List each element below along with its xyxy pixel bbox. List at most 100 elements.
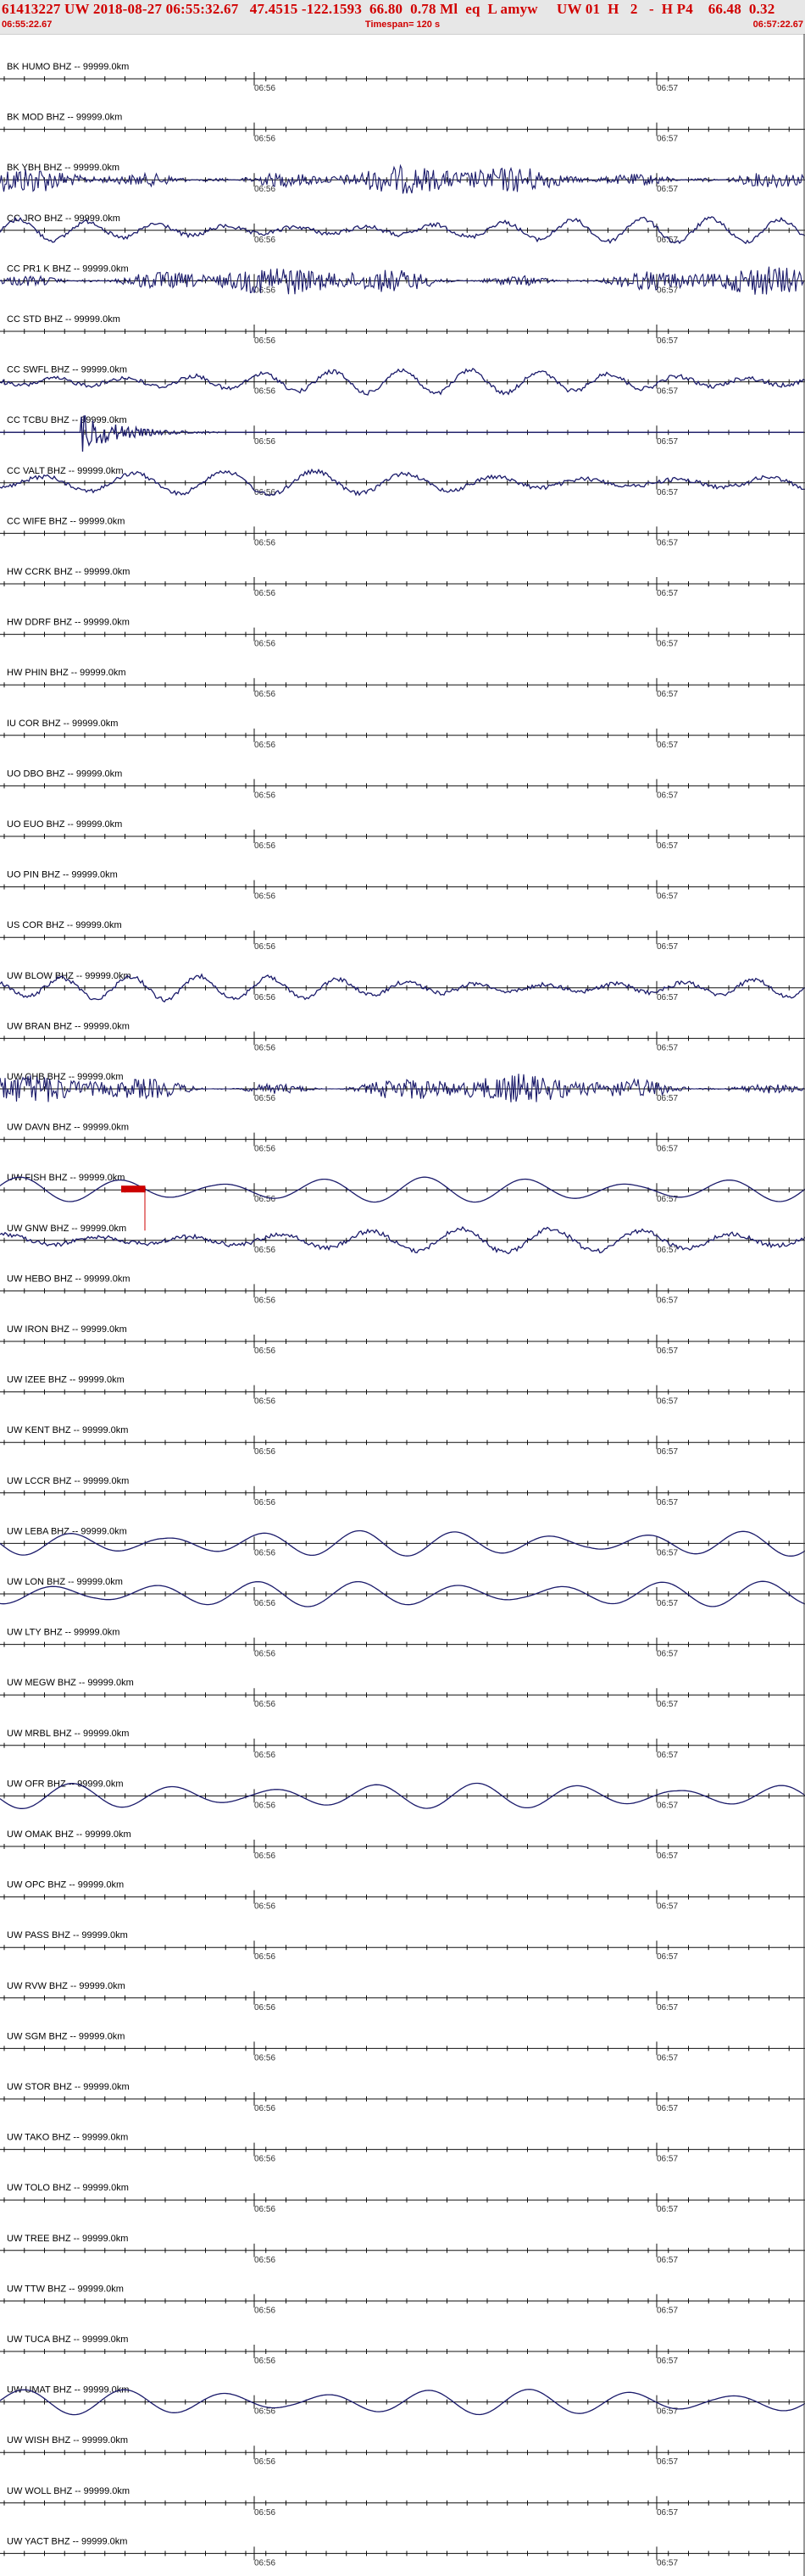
time-tick-label: 06:57 [657, 336, 678, 346]
trace-label: UW CHB BHZ -- 99999.0km [7, 1072, 124, 1082]
time-tick-label: 06:57 [657, 993, 678, 1002]
trace-label: UW HEBO BHZ -- 99999.0km [7, 1274, 130, 1284]
time-tick-label: 06:57 [657, 387, 678, 397]
time-tick-label: 06:56 [254, 2053, 275, 2062]
time-tick-label: 06:56 [254, 993, 275, 1002]
trace-label: UW OPC BHZ -- 99999.0km [7, 1880, 124, 1890]
time-tick-label: 06:56 [254, 1246, 275, 1255]
time-tick-label: 06:56 [254, 1548, 275, 1557]
time-tick-label: 06:57 [657, 286, 678, 295]
trace-label: UO EUO BHZ -- 99999.0km [7, 819, 122, 830]
time-tick-label: 06:56 [254, 741, 275, 750]
trace-label: HW CCRK BHZ -- 99999.0km [7, 567, 130, 577]
time-tick-label: 06:56 [254, 640, 275, 649]
time-tick-label: 06:56 [254, 2508, 275, 2518]
time-tick-label: 06:57 [657, 1145, 678, 1154]
trace-label: CC SWFL BHZ -- 99999.0km [7, 365, 127, 375]
time-tick-label: 06:56 [254, 1801, 275, 1810]
trace-label: UW MRBL BHZ -- 99999.0km [7, 1729, 129, 1739]
time-tick-label: 06:57 [657, 135, 678, 144]
time-tick-label: 06:56 [254, 1952, 275, 1962]
trace-label: UW PASS BHZ -- 99999.0km [7, 1930, 128, 1940]
time-tick-label: 06:56 [254, 387, 275, 397]
trace-label: UW DAVN BHZ -- 99999.0km [7, 1123, 129, 1133]
time-tick-label: 06:56 [254, 286, 275, 295]
trace-label: US COR BHZ -- 99999.0km [7, 920, 122, 930]
trace-label: UW LCCR BHZ -- 99999.0km [7, 1476, 129, 1486]
time-tick-label: 06:57 [657, 791, 678, 800]
time-tick-label: 06:57 [657, 1902, 678, 1912]
trace-label: UW TAKO BHZ -- 99999.0km [7, 2133, 128, 2143]
time-tick-label: 06:57 [657, 892, 678, 902]
trace-label: UW GNW BHZ -- 99999.0km [7, 1224, 126, 1234]
time-tick-label: 06:57 [657, 2357, 678, 2366]
event-summary: 61413227 UW 2018-08-27 06:55:32.67 47.45… [2, 1, 775, 17]
time-tick-label: 06:56 [254, 791, 275, 800]
time-tick-label: 06:56 [254, 336, 275, 346]
trace-label: UW BRAN BHZ -- 99999.0km [7, 1021, 130, 1031]
trace-label: UW OMAK BHZ -- 99999.0km [7, 1829, 131, 1840]
time-tick-label: 06:57 [657, 2053, 678, 2062]
time-tick-label: 06:56 [254, 1599, 275, 1608]
time-tick-label: 06:57 [657, 1397, 678, 1407]
record-header: 61413227 UW 2018-08-27 06:55:32.67 47.45… [0, 0, 805, 35]
time-tick-label: 06:56 [254, 1447, 275, 1457]
time-tick-label: 06:57 [657, 1751, 678, 1760]
trace-label: UW WISH BHZ -- 99999.0km [7, 2435, 128, 2446]
time-tick-label: 06:57 [657, 84, 678, 93]
time-tick-label: 06:56 [254, 942, 275, 952]
time-tick-label: 06:57 [657, 1246, 678, 1255]
time-tick-label: 06:57 [657, 2155, 678, 2164]
time-tick-label: 06:57 [657, 1498, 678, 1507]
trace-label: UW TUCA BHZ -- 99999.0km [7, 2334, 128, 2345]
time-tick-label: 06:56 [254, 84, 275, 93]
trace-label: UW SGM BHZ -- 99999.0km [7, 2031, 125, 2041]
time-tick-label: 06:57 [657, 841, 678, 851]
time-tick-label: 06:56 [254, 2256, 275, 2265]
time-tick-label: 06:56 [254, 1043, 275, 1052]
time-tick-label: 06:56 [254, 1852, 275, 1861]
trace-label: UW LON BHZ -- 99999.0km [7, 1577, 123, 1587]
time-tick-label: 06:56 [254, 690, 275, 699]
time-tick-label: 06:56 [254, 892, 275, 902]
time-tick-label: 06:56 [254, 2558, 275, 2568]
time-tick-label: 06:57 [657, 2104, 678, 2113]
time-tick-label: 06:56 [254, 437, 275, 447]
phase-pick-marker [121, 1185, 145, 1193]
time-tick-label: 06:57 [657, 1043, 678, 1052]
trace-label: UW LTY BHZ -- 99999.0km [7, 1628, 119, 1638]
time-tick-label: 06:57 [657, 1852, 678, 1861]
time-tick-label: 06:57 [657, 1650, 678, 1659]
time-tick-label: 06:57 [657, 1548, 678, 1557]
time-tick-label: 06:56 [254, 1902, 275, 1912]
trace-label: UW TTW BHZ -- 99999.0km [7, 2284, 124, 2294]
time-tick-label: 06:57 [657, 690, 678, 699]
time-tick-label: 06:56 [254, 1094, 275, 1103]
trace-label: UW LEBA BHZ -- 99999.0km [7, 1526, 127, 1536]
trace-label: CC WIFE BHZ -- 99999.0km [7, 516, 125, 526]
time-tick-label: 06:56 [254, 135, 275, 144]
time-tick-label: 06:56 [254, 2457, 275, 2467]
seismogram-panel: BK HUMO BHZ -- 99999.0km 06:56 06:57 BK MOD… [0, 34, 805, 2576]
time-tick-label: 06:57 [657, 2457, 678, 2467]
time-tick-label: 06:57 [657, 589, 678, 598]
time-tick-label: 06:56 [254, 2104, 275, 2113]
trace-label: CC STD BHZ -- 99999.0km [7, 314, 120, 325]
time-tick-label: 06:56 [254, 1498, 275, 1507]
trace-label: CC VALT BHZ -- 99999.0km [7, 466, 124, 476]
trace-label: UO PIN BHZ -- 99999.0km [7, 870, 118, 880]
time-tick-label: 06:56 [254, 1650, 275, 1659]
time-tick-label: 06:57 [657, 538, 678, 547]
time-tick-label: 06:56 [254, 538, 275, 547]
trace-label: UW STOR BHZ -- 99999.0km [7, 2082, 130, 2092]
time-tick-label: 06:56 [254, 841, 275, 851]
time-tick-label: 06:57 [657, 2003, 678, 2012]
time-tick-label: 06:56 [254, 2357, 275, 2366]
trace-label: UW MEGW BHZ -- 99999.0km [7, 1678, 134, 1688]
time-tick-label: 06:57 [657, 2205, 678, 2214]
trace-label: BK HUMO BHZ -- 99999.0km [7, 62, 129, 72]
time-tick-label: 06:57 [657, 1952, 678, 1962]
time-tick-label: 06:57 [657, 1700, 678, 1709]
time-tick-label: 06:56 [254, 589, 275, 598]
time-tick-label: 06:56 [254, 185, 275, 194]
